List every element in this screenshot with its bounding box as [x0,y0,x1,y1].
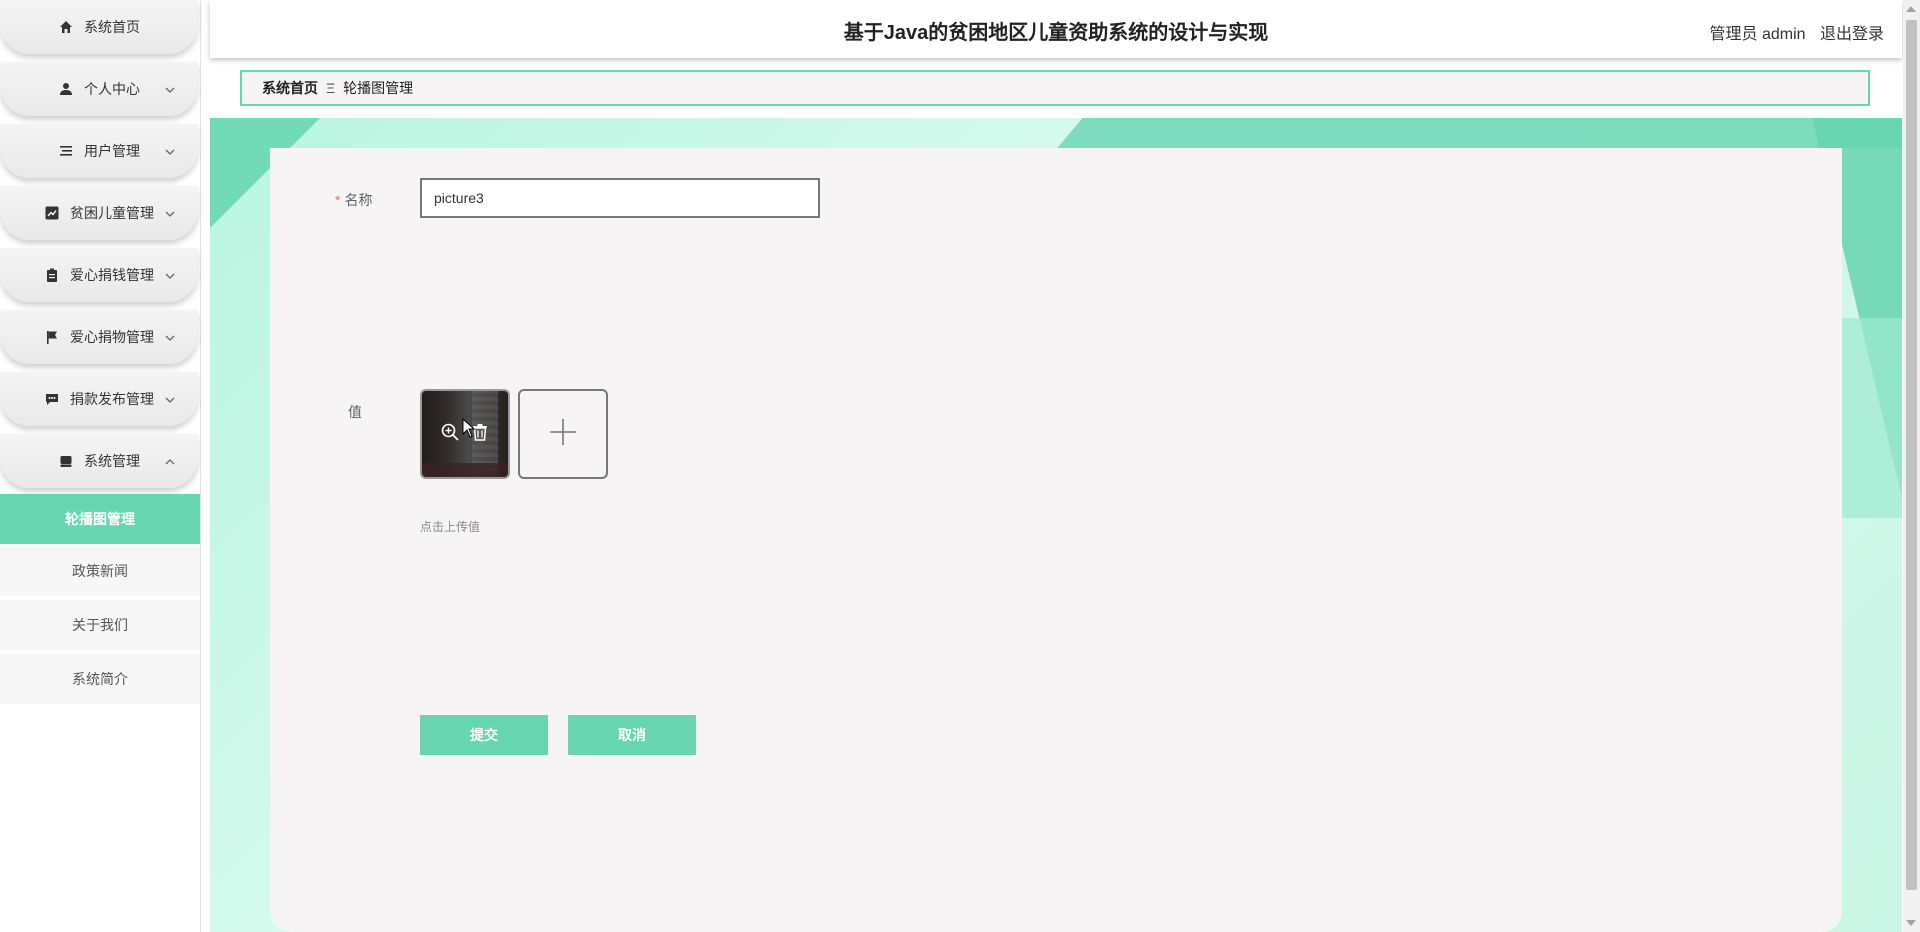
menu-item-label: 爱心捐物管理 [70,329,154,345]
user-role: 管理员 admin [1709,26,1806,43]
menu-item-goods-donation[interactable]: 爱心捐物管理 [0,310,198,364]
menu-item-donation-publish[interactable]: 捐款发布管理 [0,372,198,426]
flag-icon [44,329,60,345]
form-card: *名称 值 点击上传值 提交 取消 [270,148,1842,932]
menu-item-money-donation[interactable]: 爱心捐钱管理 [0,248,198,302]
sub-item-system-intro[interactable]: 系统简介 [0,654,200,704]
sub-item-carousel[interactable]: 轮播图管理 [0,494,200,544]
app-title: 基于Java的贫困地区儿童资助系统的设计与实现 [843,22,1269,44]
submit-button[interactable]: 提交 [420,715,548,755]
user-icon [58,81,74,97]
menu-item-label: 系统首页 [84,19,140,35]
breadcrumb-current: 轮播图管理 [343,80,414,96]
plus-icon [548,417,578,452]
scrollbar-thumb[interactable] [1906,20,1917,890]
menu-item-label: 捐款发布管理 [70,391,154,407]
message-icon [44,391,60,407]
user-info: 管理员 admin 退出登录 [1700,20,1885,44]
name-label: * 名称 [335,190,372,210]
breadcrumb-home[interactable]: 系统首页 [262,78,318,98]
home-icon [58,19,74,35]
zoom-in-icon[interactable] [440,422,460,447]
sub-item-policy-news[interactable]: 政策新闻 [0,546,200,596]
menu-item-label: 贫困儿童管理 [70,205,154,221]
menu-item-poor-children[interactable]: 贫困儿童管理 [0,186,198,240]
menu-item-system[interactable]: 系统管理 [0,434,198,488]
menu-item-users[interactable]: 用户管理 [0,124,198,178]
top-header: 基于Java的贫困地区儿童资助系统的设计与实现 管理员 admin 退出登录 [210,0,1902,58]
list-icon [58,143,74,159]
menu-item-profile[interactable]: 个人中心 [0,62,198,116]
chevron-down-icon [164,393,176,405]
upload-tip: 点击上传值 [420,520,481,534]
decoration-block [1842,318,1902,518]
menu-item-label: 用户管理 [84,143,140,159]
logout-link[interactable]: 退出登录 [1820,26,1884,43]
menu-item-label: 个人中心 [84,81,140,97]
scroll-up-arrow-icon[interactable] [1906,6,1916,12]
required-marker: * [335,192,341,208]
chevron-up-icon [164,455,176,467]
sidebar: 系统首页 个人中心 用户管理 贫困儿童管理 爱心捐钱管理 爱心捐物管理 捐款发布… [0,0,201,932]
menu-item-label: 爱心捐钱管理 [70,267,154,283]
mouse-cursor-icon [462,417,476,443]
chevron-down-icon [164,207,176,219]
cancel-button[interactable]: 取消 [568,715,696,755]
breadcrumb: 系统首页 Ξ 轮播图管理 [240,70,1870,106]
upload-add-button[interactable] [518,389,608,479]
decoration-band [1057,118,1902,148]
vertical-scrollbar[interactable] [1903,0,1920,932]
chevron-down-icon [164,269,176,281]
scroll-down-arrow-icon[interactable] [1906,920,1916,926]
chart-icon [44,205,60,221]
name-input[interactable] [420,178,820,218]
chevron-down-icon [164,331,176,343]
breadcrumb-separator: Ξ [326,80,336,96]
chevron-down-icon [164,83,176,95]
chevron-down-icon [164,145,176,157]
menu-item-home[interactable]: 系统首页 [0,0,198,54]
clipboard-icon [44,267,60,283]
drive-icon [58,453,74,469]
menu-item-label: 系统管理 [84,453,140,469]
value-label: 值 [348,404,362,420]
name-label-text: 名称 [344,192,373,208]
sub-item-about-us[interactable]: 关于我们 [0,600,200,650]
